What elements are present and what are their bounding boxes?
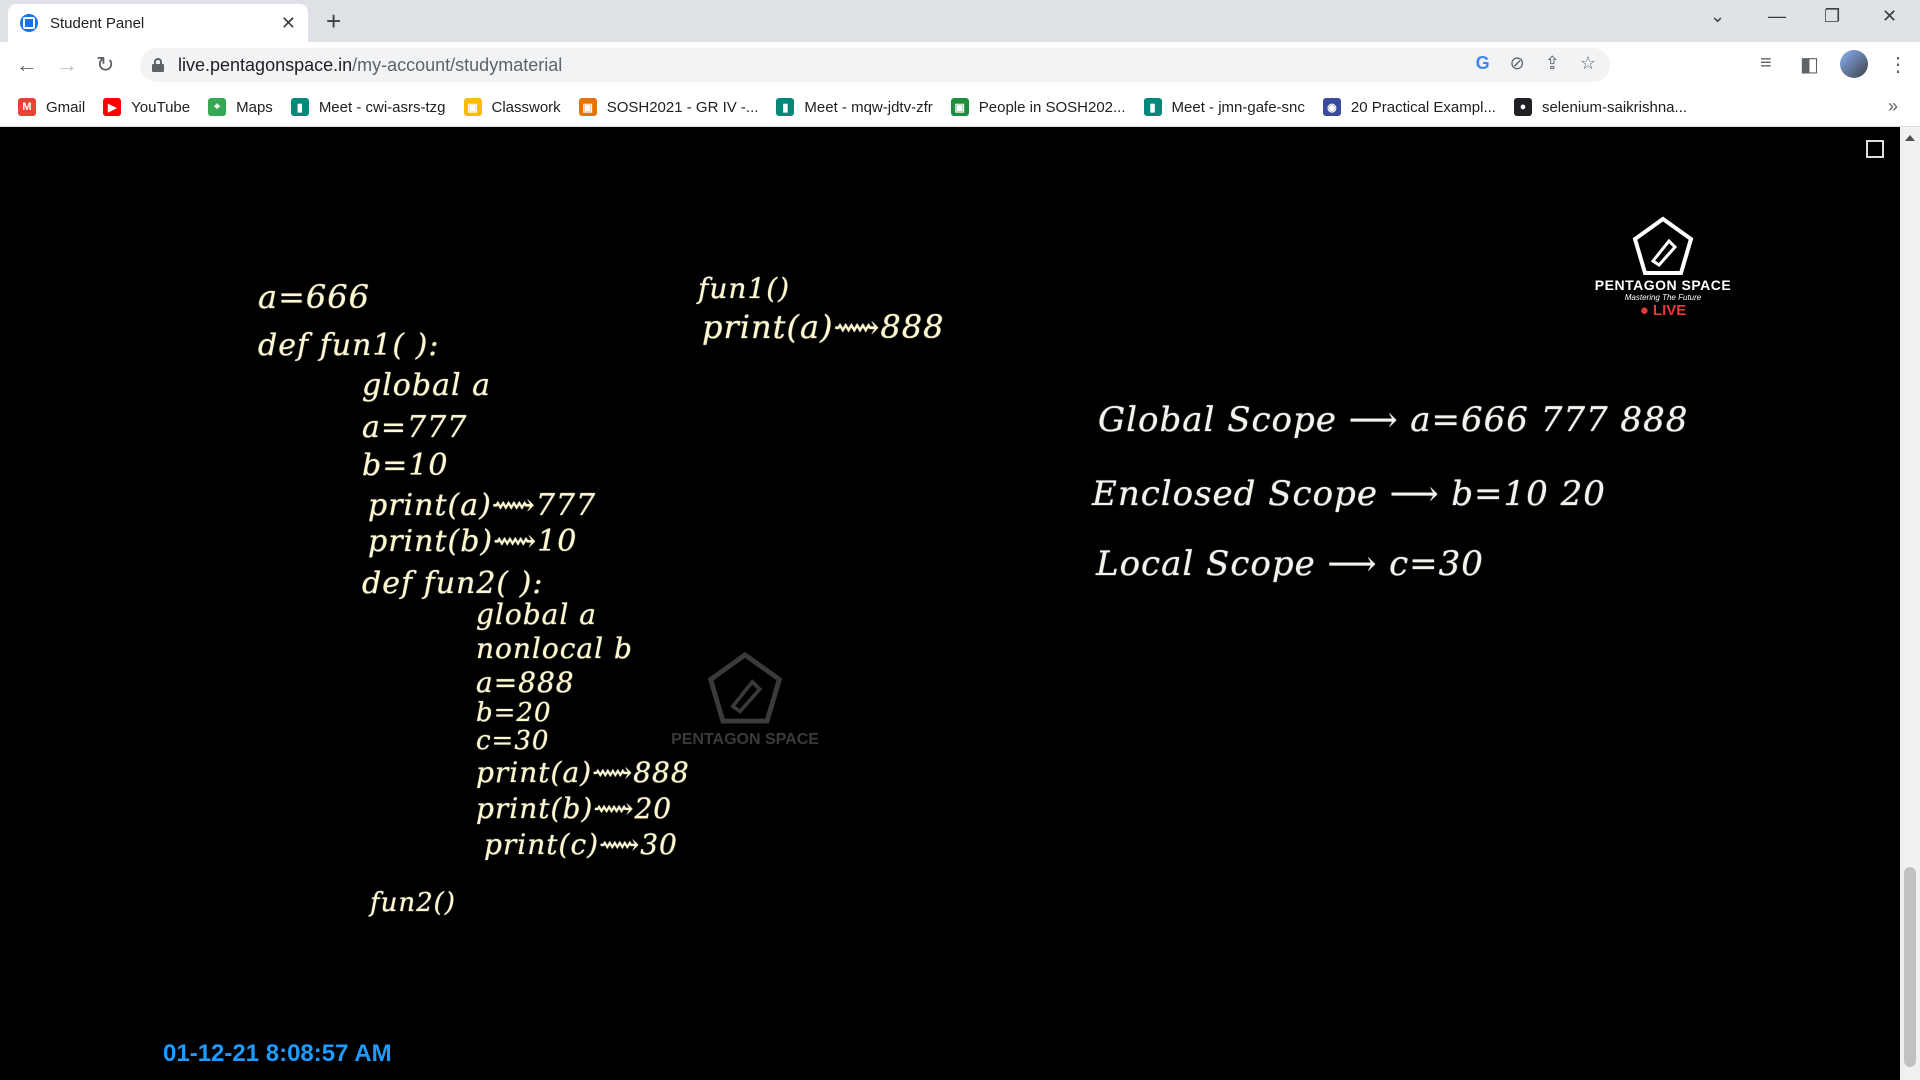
bookmark-label: YouTube [131,98,191,116]
board-line-a888: a=888 [476,666,575,699]
bookmark-label: Meet - jmn-gafe-snc [1171,98,1305,116]
meet-icon: ▮ [1143,98,1162,116]
bookmark-1[interactable]: ▶ YouTube [103,98,190,116]
bookmark-6[interactable]: ▮ Meet - mqw-jdtv-zfr [776,98,933,116]
address-bar[interactable]: live.pentagonspace.in/my-account/studyma… [140,48,1610,82]
board-line-b10: b=10 [362,448,449,483]
restore-icon[interactable]: ❐ [1824,6,1840,27]
bookmark-0[interactable]: M Gmail [18,98,85,116]
bookmarks-bar: M Gmail ▶ YouTube ⌖ Maps ▮ Meet - cwi-asrs-tzg ▣… [0,88,1920,127]
video-timestamp: 01-12-21 8:08:57 AM [163,1040,392,1067]
bookmark-9[interactable]: ◉ 20 Practical Exampl... [1322,98,1496,116]
tab-strip: Student Panel ✕ + ⌄ — ❐ ✕ [0,0,1920,42]
pentagon-space-logo: PENTAGON SPACE Mastering The Future ● LI… [1588,215,1738,319]
board-line-fun2-call: fun2() [370,888,456,918]
scroll-up-icon[interactable] [1905,135,1915,141]
watermark-name: PENTAGON SPACE [671,731,819,748]
board-line-print-a: print(a)⟿777 [368,488,597,523]
bookmark-label: Meet - mqw-jdtv-zfr [804,98,933,116]
bookmark-label: Classwork [491,98,561,116]
bookmark-label: SOSH2021 - GR IV -... [606,98,759,116]
tab-student-panel[interactable]: Student Panel ✕ [8,4,308,42]
pentagon-logo-icon [1632,216,1694,275]
bookmark-label: 20 Practical Exampl... [1350,98,1496,116]
live-badge: ● LIVE [1639,302,1687,319]
bookmark-label: Gmail [46,98,86,116]
minimize-icon[interactable]: — [1768,6,1786,27]
share-icon[interactable]: ⇪ [1545,53,1560,74]
board-line-global-a: global a [362,368,491,403]
board-line-print-b-2: print(b)⟿20 [476,792,673,825]
board-line-fun1-call: fun1() [698,272,791,305]
more-bookmarks-icon[interactable]: » [1888,96,1898,117]
board-line-print-a-2: print(a)⟿888 [476,756,690,789]
board-line-b20: b=20 [476,698,552,728]
reload-icon[interactable]: ↻ [96,52,114,78]
google-icon[interactable]: G [1476,53,1490,74]
board-line-def-fun1: def fun1( ): [258,328,440,363]
new-tab-icon[interactable]: + [326,6,341,37]
bookmark-label: Meet - cwi-asrs-tzg [318,98,446,116]
bookmark-2[interactable]: ⌖ Maps [208,98,273,116]
back-icon[interactable]: ← [16,52,38,78]
meet-icon: ▮ [776,98,795,116]
global-scope-note: Global Scope ⟶ a=666 777 888 [1098,400,1689,440]
bookmark-7[interactable]: ▣ People in SOSH202... [950,98,1126,116]
maps-icon: ⌖ [208,98,227,116]
tab-title: Student Panel [50,14,145,32]
classroom-icon: ▣ [463,98,482,116]
board-line-print-a-888: print(a)⟿888 [702,308,945,346]
board-line-c30: c=30 [476,726,550,756]
tab-search-icon[interactable]: ⌄ [1710,6,1725,27]
logo-tagline: Mastering The Future [1624,293,1702,302]
bookmark-4[interactable]: ▣ Classwork [463,98,561,116]
bookmark-10[interactable]: ● selenium-saikrishna... [1513,98,1688,116]
side-panel-icon[interactable]: ◧ [1800,52,1819,77]
sosh-icon: ▣ [578,98,597,116]
board-line-print-c: print(c)⟿30 [484,828,678,861]
watermark-pentagon-icon [707,651,783,724]
bookmark-8[interactable]: ▮ Meet - jmn-gafe-snc [1143,98,1305,116]
close-window-icon[interactable]: ✕ [1882,6,1897,27]
bookmark-label: Maps [236,98,273,116]
board-line-a666: a=666 [258,278,370,316]
meet-icon: ▮ [290,98,309,116]
eye-off-icon[interactable]: ⊘ [1510,53,1525,74]
local-scope-note: Local Scope ⟶ c=30 [1096,544,1484,584]
board-line-a777: a=777 [362,410,468,445]
lock-icon[interactable] [152,58,164,72]
classroom-icon: ▣ [950,98,969,116]
gmail-icon: M [18,98,36,116]
board-line-def-fun2: def fun2( ): [362,566,544,601]
bookmark-label: selenium-saikrishna... [1541,98,1688,116]
enclosed-scope-note: Enclosed Scope ⟶ b=10 20 [1092,474,1606,514]
bookmark-5[interactable]: ▣ SOSH2021 - GR IV -... [578,98,759,116]
bookmark-3[interactable]: ▮ Meet - cwi-asrs-tzg [290,98,446,116]
scrollbar-thumb[interactable] [1904,867,1916,1067]
close-tab-icon[interactable]: ✕ [281,13,296,34]
menu-kebab-icon[interactable]: ⋮ [1888,52,1908,77]
media-control-icon[interactable]: ≡ [1760,52,1772,75]
board-line-print-b: print(b)⟿10 [368,524,578,559]
browser-toolbar: ← → ↻ live.pentagonspace.in/my-account/s… [0,42,1920,88]
pentagon-space-watermark: PENTAGON SPACE [650,650,840,749]
page-scrollbar[interactable] [1900,127,1920,1080]
youtube-icon: ▶ [103,98,122,116]
github-icon: ● [1513,98,1532,116]
forward-icon[interactable]: → [56,52,78,78]
profile-avatar[interactable] [1840,50,1868,78]
shield-icon: ◉ [1322,98,1341,116]
board-line-nonlocal-b: nonlocal b [476,632,633,665]
url-text[interactable]: live.pentagonspace.in/my-account/studyma… [178,55,562,76]
logo-name: PENTAGON SPACE [1594,277,1732,293]
bookmark-label: People in SOSH202... [978,98,1126,116]
fullscreen-icon[interactable] [1866,140,1884,158]
board-line-global-a-2: global a [476,598,597,631]
bookmark-star-icon[interactable]: ☆ [1580,53,1596,74]
site-favicon-icon [20,14,38,32]
